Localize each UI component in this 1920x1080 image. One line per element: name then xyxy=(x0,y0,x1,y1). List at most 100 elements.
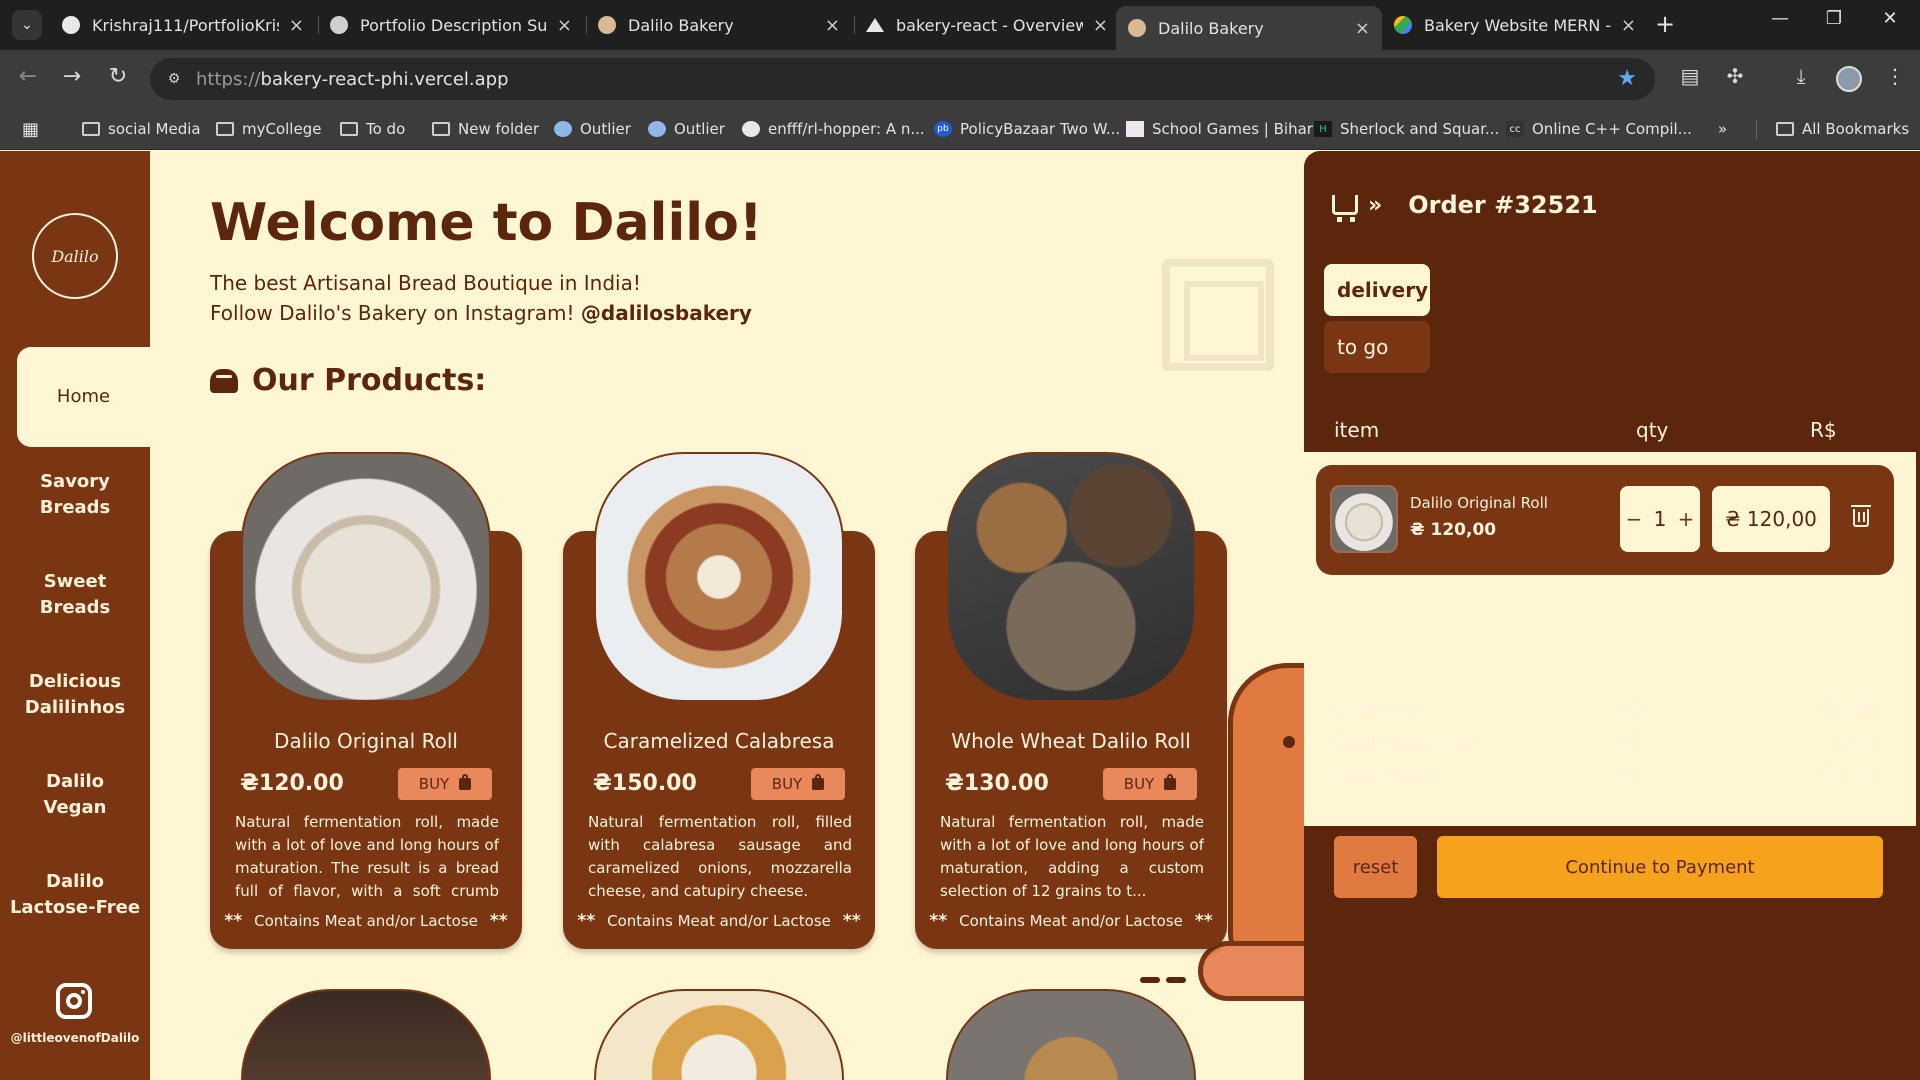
product-image-original-roll[interactable] xyxy=(241,452,491,702)
close-icon[interactable]: × xyxy=(825,15,840,36)
folder-icon xyxy=(216,122,234,136)
tab-groups-icon[interactable]: ▤ xyxy=(1675,64,1705,88)
tab-search-button[interactable]: ⌄ xyxy=(12,10,42,40)
site-info-icon[interactable]: ⚙ xyxy=(164,69,184,89)
minimize-icon[interactable]: — xyxy=(1760,8,1800,29)
sidebar-item-label: Home xyxy=(56,386,111,407)
downloads-icon[interactable]: ⤓ xyxy=(1786,64,1816,88)
allergen-text: Contains Meat and/or Lactose xyxy=(959,912,1183,930)
to-go-button[interactable]: to go xyxy=(1324,321,1430,373)
product-name: Whole Wheat Dalilo Roll xyxy=(951,729,1191,753)
url-host: bakery-react-phi.vercel.app xyxy=(260,68,509,90)
buy-button[interactable]: BUY xyxy=(1103,768,1197,800)
sidebar-item-dalilo-lactose-free[interactable]: Dalilo Lactose-Free xyxy=(0,869,150,921)
bookmark-outlier-2[interactable]: Outlier xyxy=(648,116,725,142)
apps-grid-icon[interactable]: ▦ xyxy=(22,116,39,142)
dalilo-logo[interactable]: Dalilo xyxy=(32,213,118,299)
asterisks: ** xyxy=(489,911,508,931)
bookmark-school-games[interactable]: School Games | Bihar xyxy=(1126,116,1313,142)
double-chevron-right-icon[interactable]: » xyxy=(1368,193,1382,218)
forward-arrow-icon[interactable]: → xyxy=(56,64,88,89)
bookmarks-overflow-chevron-icon[interactable]: » xyxy=(1718,116,1727,142)
product-image-whole-wheat-roll[interactable] xyxy=(946,452,1196,702)
instagram-icon[interactable] xyxy=(56,983,92,1019)
product-image-caramelized-calabresa[interactable] xyxy=(594,452,844,702)
reset-button[interactable]: reset xyxy=(1334,836,1417,898)
summary-value: 8,34 xyxy=(1835,728,1880,752)
bookmark-outlier-1[interactable]: Outlier xyxy=(554,116,631,142)
policybazaar-icon: pb xyxy=(934,121,952,137)
sidebar-item-home[interactable]: Home xyxy=(17,347,150,447)
tagline: The best Artisanal Bread Boutique in Ind… xyxy=(210,268,752,328)
all-bookmarks[interactable]: All Bookmarks xyxy=(1776,116,1909,142)
bookmark-social-media[interactable]: social Media xyxy=(82,116,201,142)
tab-strip: ⌄ Krishraj111/PortfolioKrish × Portfolio… xyxy=(0,0,1920,50)
summary-currency: R$ xyxy=(1616,761,1643,785)
buy-button[interactable]: BUY xyxy=(398,768,492,800)
window-close-icon[interactable]: ✕ xyxy=(1870,8,1910,29)
logo-text: Dalilo xyxy=(51,246,99,266)
minus-icon[interactable]: − xyxy=(1626,507,1643,531)
bookmark-online-cpp[interactable]: cc Online C++ Compil... xyxy=(1506,116,1692,142)
bookmark-new-folder[interactable]: New folder xyxy=(432,116,539,142)
tab-portfolio-description[interactable]: Portfolio Description Summ × xyxy=(318,6,584,44)
tab-dalilo-bakery[interactable]: Dalilo Bakery × xyxy=(586,6,852,44)
product-image-partial[interactable] xyxy=(594,989,844,1080)
continue-to-payment-button[interactable]: Continue to Payment xyxy=(1437,836,1883,898)
sidebar-item-dalilo-vegan[interactable]: Dalilo Vegan xyxy=(0,769,150,821)
tab-title: Krishraj111/PortfolioKrish xyxy=(92,15,279,35)
bookmark-to-do[interactable]: To do xyxy=(340,116,405,142)
back-arrow-icon[interactable]: ← xyxy=(12,64,44,89)
delivery-button[interactable]: delivery xyxy=(1324,264,1430,316)
bookmark-separator xyxy=(1756,120,1757,140)
instagram-handle[interactable]: @littleovenofDalilo xyxy=(0,1031,150,1045)
product-image-partial[interactable] xyxy=(241,989,491,1080)
new-tab-plus-icon[interactable]: + xyxy=(1650,10,1680,38)
sidebar-item-delicious-dalilinhos[interactable]: Delicious Dalilinhos xyxy=(0,669,150,721)
bookmark-label: Online C++ Compil... xyxy=(1532,120,1692,138)
tab-dalilo-bakery-active[interactable]: Dalilo Bakery × xyxy=(1116,6,1382,50)
profile-avatar[interactable] xyxy=(1836,66,1862,92)
tab-title: Dalilo Bakery xyxy=(1158,18,1264,38)
bookmark-policybazaar[interactable]: pb PolicyBazaar Two W... xyxy=(934,116,1120,142)
tab-bakery-mern-doc[interactable]: Bakery Website MERN - Gc × xyxy=(1382,6,1648,44)
summary-label: Order total xyxy=(1334,761,1443,785)
bookmark-mycollege[interactable]: myCollege xyxy=(216,116,321,142)
summary-label: Estimated fees xyxy=(1334,728,1484,752)
bread-favicon-icon xyxy=(1128,19,1146,37)
bookmark-sherlock[interactable]: H Sherlock and Squar... xyxy=(1314,116,1499,142)
tab-portfolio-github[interactable]: Krishraj111/PortfolioKrish × xyxy=(50,6,316,44)
product-image-partial[interactable] xyxy=(946,989,1196,1080)
close-icon[interactable]: × xyxy=(289,15,304,36)
kebab-menu-icon[interactable]: ⋮ xyxy=(1880,64,1910,88)
instagram-handle-link[interactable]: @dalilosbakery xyxy=(581,301,752,325)
bookmark-rl-hopper[interactable]: enfff/rl-hopper: A n... xyxy=(742,116,925,142)
buy-button[interactable]: BUY xyxy=(751,768,845,800)
close-icon[interactable]: × xyxy=(557,15,572,36)
address-bar[interactable]: ⚙ https:// bakery-react-phi.vercel.app ★ xyxy=(150,58,1655,100)
follow-text: Follow Dalilo's Bakery on Instagram! xyxy=(210,301,575,325)
folder-icon xyxy=(1776,122,1794,136)
trash-icon[interactable] xyxy=(1851,505,1871,527)
product-description: Natural fermentation roll, filled with c… xyxy=(588,813,852,900)
sidebar-item-savory-breads[interactable]: Savory Breads xyxy=(0,469,150,521)
order-item-name: Dalilo Original Roll xyxy=(1410,494,1548,512)
sidebar-item-sweet-breads[interactable]: Sweet Breads xyxy=(0,569,150,621)
bookmark-label: Outlier xyxy=(580,120,631,138)
bookmark-star-icon[interactable]: ★ xyxy=(1617,66,1637,91)
tab-title: bakery-react - Overview – V xyxy=(896,15,1083,35)
reload-icon[interactable]: ↻ xyxy=(102,64,134,89)
summary-currency: R$ xyxy=(1616,728,1643,752)
restore-icon[interactable]: ❐ xyxy=(1814,8,1854,29)
tab-title: Portfolio Description Summ xyxy=(360,15,547,35)
close-icon[interactable]: × xyxy=(1621,15,1636,36)
close-icon[interactable]: × xyxy=(1093,15,1108,36)
tab-vercel-overview[interactable]: bakery-react - Overview – V × xyxy=(854,6,1120,44)
shopping-bag-icon xyxy=(1164,774,1177,790)
hackerrank-icon: H xyxy=(1314,121,1332,137)
bread-favicon-icon xyxy=(598,16,616,34)
github-icon xyxy=(62,16,80,34)
close-icon[interactable]: × xyxy=(1355,18,1370,39)
plus-icon[interactable]: + xyxy=(1678,507,1695,531)
extensions-puzzle-icon[interactable]: ✣ xyxy=(1720,64,1750,88)
